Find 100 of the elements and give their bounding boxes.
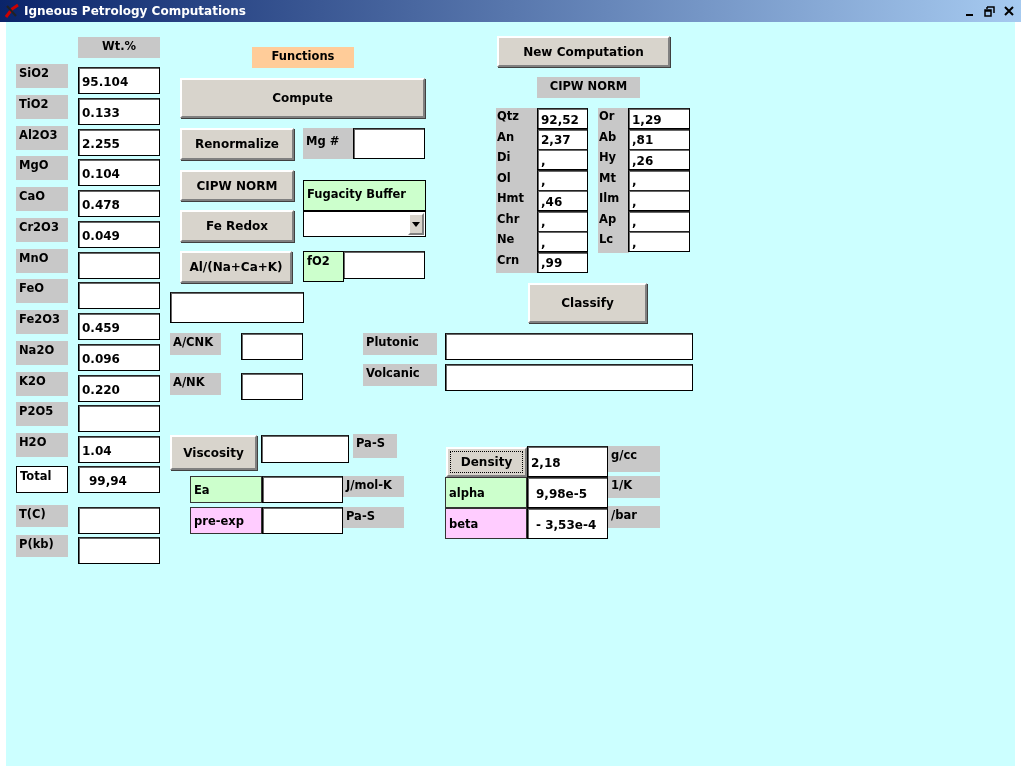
oxide-field[interactable]: 0.096	[78, 344, 160, 371]
close-button[interactable]	[1001, 4, 1017, 18]
mineral-field[interactable]: ,	[537, 210, 588, 232]
al-ratio-button[interactable]: Al/(Na+Ca+K)	[180, 251, 292, 283]
mineral-field[interactable]: ,	[628, 169, 690, 191]
viscosity-button[interactable]: Viscosity	[170, 435, 257, 470]
viscosity-field[interactable]	[261, 435, 349, 463]
mineral-field[interactable]: ,	[537, 169, 588, 191]
mineral-field[interactable]: ,46	[537, 190, 588, 211]
property-field[interactable]: - 3,53e-4	[527, 508, 608, 539]
classify-button[interactable]: Classify	[528, 283, 647, 323]
density-button[interactable]: Density	[446, 447, 527, 477]
mineral-field[interactable]: ,	[537, 231, 588, 252]
rock-type-label: Volcanic	[363, 364, 437, 386]
compute-button[interactable]: Compute	[180, 78, 425, 118]
parameter-field[interactable]	[262, 507, 343, 534]
parameter-label: pre-exp	[190, 507, 262, 534]
oxide-field[interactable]: 0.220	[78, 375, 160, 402]
parameter-field[interactable]	[262, 476, 343, 503]
unit-label: Pa-S	[353, 434, 397, 458]
ratio-field[interactable]	[241, 333, 303, 360]
oxide-field[interactable]: 0.478	[78, 190, 160, 217]
condition-label: P(kb)	[16, 535, 68, 557]
mineral-field[interactable]: ,	[628, 190, 690, 211]
restore-button[interactable]	[981, 4, 997, 18]
new-computation-button[interactable]: New Computation	[497, 36, 670, 67]
mineral-field[interactable]: ,	[537, 149, 588, 170]
fugacity-buffer-label: Fugacity Buffer	[303, 180, 426, 211]
mineral-label: Qtz	[496, 109, 520, 125]
property-label: beta	[445, 508, 527, 539]
oxide-label: Na2O	[16, 341, 68, 365]
oxide-label: Al2O3	[16, 126, 68, 150]
oxide-label: P2O5	[16, 402, 68, 426]
unit-label: 1/K	[608, 476, 660, 498]
unit-label: g/cc	[608, 446, 660, 472]
condition-field[interactable]	[78, 537, 160, 564]
rock-type-field[interactable]	[445, 333, 693, 360]
mineral-field[interactable]: ,	[628, 210, 690, 232]
total-field[interactable]: 99,94	[78, 466, 160, 493]
mineral-field[interactable]: 1,29	[628, 108, 690, 129]
oxide-field[interactable]: 0.049	[78, 221, 160, 248]
unit-label: J/mol-K	[343, 476, 404, 497]
fo2-field[interactable]	[343, 251, 425, 279]
condition-field[interactable]	[78, 507, 160, 534]
mineral-label: Ne	[496, 232, 516, 248]
window-title: Igneous Petrology Computations	[24, 4, 247, 18]
parameter-label: Ea	[190, 476, 262, 503]
cipw-norm-button[interactable]: CIPW NORM	[180, 170, 294, 201]
mineral-label: Chr	[496, 211, 521, 228]
density-field[interactable]: 2,18	[527, 446, 608, 477]
property-label: alpha	[445, 477, 527, 508]
mineral-label: Lc	[598, 232, 615, 248]
oxide-field[interactable]: 1.04	[78, 436, 160, 463]
oxide-label: MnO	[16, 249, 68, 273]
mineral-field[interactable]: 92,52	[537, 108, 588, 129]
oxide-field[interactable]	[78, 405, 160, 432]
oxide-label: Fe2O3	[16, 310, 68, 334]
ratio-label: A/CNK	[170, 333, 221, 355]
oxide-field[interactable]: 0.459	[78, 313, 160, 340]
mineral-label: Ol	[496, 170, 512, 187]
oxide-label: SiO2	[16, 64, 68, 88]
unit-label: Pa-S	[343, 507, 404, 528]
mineral-field[interactable]: ,81	[628, 128, 690, 150]
result-field[interactable]	[170, 292, 304, 323]
oxide-label: K2O	[16, 372, 68, 396]
condition-label: T(C)	[16, 505, 68, 527]
close-icon	[1004, 6, 1014, 16]
property-field[interactable]: 9,98e-5	[527, 477, 608, 508]
app-icon	[4, 3, 20, 19]
dropdown[interactable]	[303, 211, 426, 237]
oxide-field[interactable]: 95.104	[78, 67, 160, 94]
fe-redox-button[interactable]: Fe Redox	[180, 210, 294, 242]
rock-type-field[interactable]	[445, 364, 693, 391]
oxide-field[interactable]	[78, 282, 160, 309]
section-title: Functions	[252, 47, 354, 68]
column-header: Wt.%	[78, 37, 160, 58]
mineral-label: Or	[598, 109, 616, 125]
unit-label: /bar	[608, 506, 660, 528]
oxide-label: Cr2O3	[16, 218, 68, 242]
mineral-field[interactable]: 2,37	[537, 128, 588, 150]
fo2-label: fO2	[303, 251, 344, 282]
oxide-field[interactable]: 2.255	[78, 129, 160, 156]
renormalize-button[interactable]: Renormalize	[180, 128, 294, 160]
mg-number-label: Mg #	[303, 128, 353, 159]
ratio-field[interactable]	[241, 373, 303, 400]
minimize-icon	[965, 14, 973, 16]
mineral-field[interactable]: ,	[628, 231, 690, 252]
mineral-label: Crn	[496, 252, 521, 269]
oxide-field[interactable]	[78, 252, 160, 279]
oxide-field[interactable]: 0.104	[78, 159, 160, 186]
oxide-label: TiO2	[16, 95, 68, 119]
oxide-field[interactable]: 0.133	[78, 98, 160, 125]
mineral-field[interactable]: ,99	[537, 251, 588, 273]
mg-number-field[interactable]	[353, 128, 425, 159]
rock-type-label: Plutonic	[363, 333, 437, 355]
mineral-field[interactable]: ,26	[628, 149, 690, 170]
mineral-label: Ilm	[598, 191, 621, 207]
section-title: CIPW NORM	[537, 77, 640, 98]
mineral-label: Mt	[598, 170, 617, 187]
mineral-label: Ab	[598, 129, 618, 146]
